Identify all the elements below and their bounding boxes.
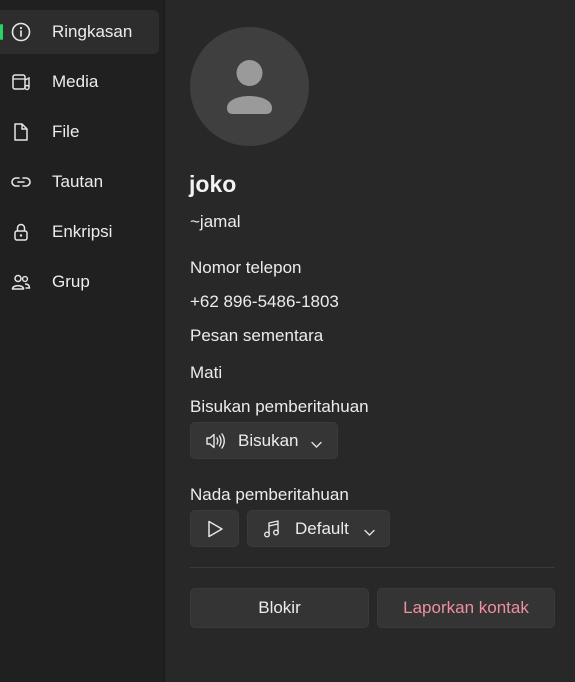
sidebar-item-label: Ringkasan (52, 22, 133, 41)
group-icon (10, 271, 32, 293)
temp-message-value: Mati (190, 363, 223, 382)
phone-number[interactable]: +62 896-5486-1803 (190, 292, 339, 312)
media-icon (10, 71, 32, 93)
speaker-icon (205, 431, 227, 451)
sidebar-item-label: Media (52, 72, 99, 91)
sidebar-item-enkripsi[interactable]: Enkripsi (0, 210, 159, 254)
info-icon (10, 21, 32, 43)
contact-username: ~jamal (190, 212, 241, 231)
divider (190, 567, 555, 568)
block-button[interactable]: Blokir (190, 588, 369, 628)
play-icon (205, 519, 225, 544)
file-icon (10, 121, 32, 143)
sidebar-item-label: Grup (52, 272, 90, 291)
mute-button[interactable]: Bisukan (190, 422, 338, 459)
sidebar-item-label: File (52, 122, 80, 141)
tone-label: Nada pemberitahuan (190, 485, 349, 504)
default-avatar-icon (227, 60, 272, 114)
tone-select[interactable]: Default (247, 510, 390, 547)
contact-name: joko (189, 171, 237, 197)
sidebar-item-tautan[interactable]: Tautan (0, 160, 159, 204)
lock-icon (10, 221, 32, 243)
contact-info-panel: joko ~jamal Nomor telepon +62 896-5486-1… (165, 0, 575, 682)
play-tone-button[interactable] (190, 510, 239, 547)
music-note-icon (262, 519, 282, 544)
sidebar-item-file[interactable]: File (0, 110, 159, 154)
avatar (190, 27, 309, 146)
mute-label: Bisukan pemberitahuan (190, 397, 369, 416)
sidebar: Ringkasan Media File Tautan Enkripsi Gru… (0, 0, 165, 682)
chevron-down-icon (364, 524, 375, 542)
link-icon (10, 171, 32, 193)
chevron-down-icon (311, 436, 322, 454)
sidebar-item-media[interactable]: Media (0, 60, 159, 104)
sidebar-item-label: Enkripsi (52, 222, 113, 241)
temp-message-label: Pesan sementara (190, 326, 324, 345)
phone-label: Nomor telepon (190, 258, 302, 277)
sidebar-item-grup[interactable]: Grup (0, 260, 159, 304)
tone-select-value: Default (295, 519, 349, 538)
sidebar-item-ringkasan[interactable]: Ringkasan (0, 10, 159, 54)
sidebar-item-label: Tautan (52, 172, 104, 191)
mute-button-label: Bisukan (238, 431, 299, 450)
report-contact-button[interactable]: Laporkan kontak (377, 588, 555, 628)
